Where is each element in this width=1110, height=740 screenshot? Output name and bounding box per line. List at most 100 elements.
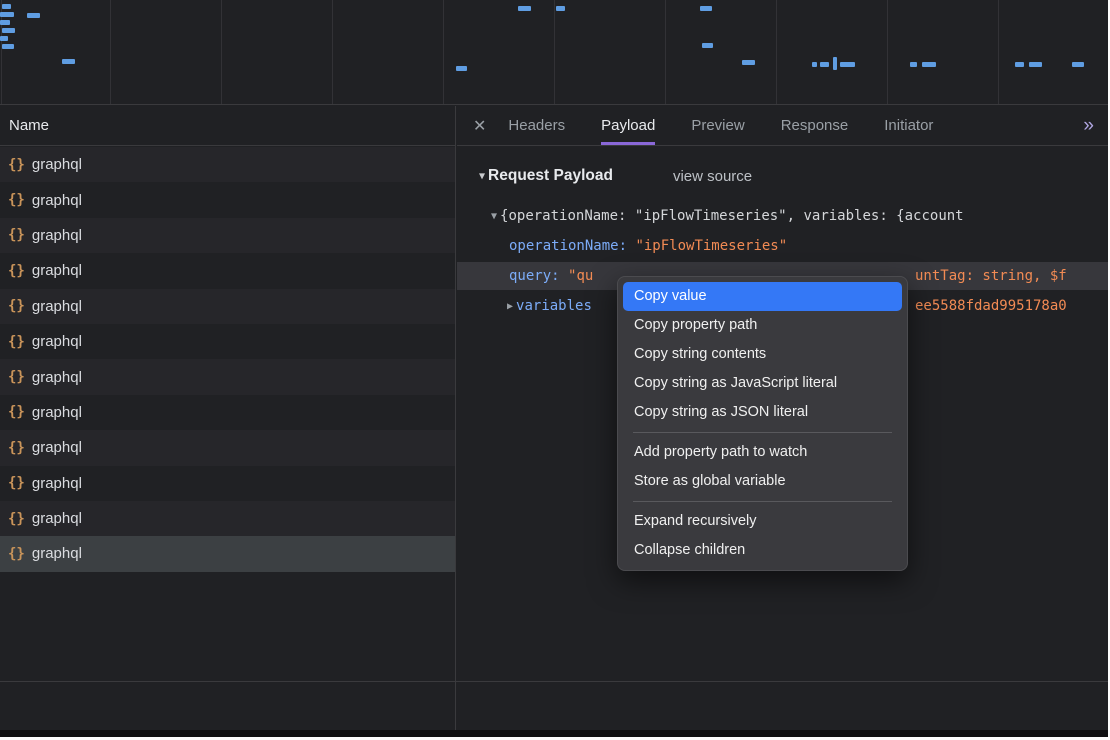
devtools-window: Name {} graphql {} graphql {} graphql {} graphq… [0, 0, 1108, 737]
request-name: graphql [32, 475, 82, 492]
network-request-row[interactable]: {} graphql [0, 466, 455, 501]
window-bottom-edge [0, 730, 1108, 737]
network-request-row[interactable]: {} graphql [0, 324, 455, 359]
collapsed-triangle-icon[interactable]: ▶ [507, 301, 513, 312]
network-request-row[interactable]: {} graphql [0, 430, 455, 465]
network-request-bar[interactable] [456, 66, 467, 71]
menu-item-collapse-children[interactable]: Collapse children [623, 536, 902, 565]
json-braces-icon: {} [8, 298, 25, 314]
property-value: "ipFlowTimeseries" [635, 238, 787, 254]
network-request-row[interactable]: {} graphql [0, 289, 455, 324]
property-value-left-fragment: "qu [568, 268, 593, 284]
detail-tab-bar: ✕ Headers Payload Preview Response Initiator… [457, 106, 1108, 146]
network-request-bar[interactable] [700, 6, 712, 11]
json-braces-icon: {} [8, 404, 25, 420]
network-request-bar[interactable] [62, 59, 75, 64]
tab-headers[interactable]: Headers [508, 106, 565, 145]
json-braces-icon: {} [8, 475, 25, 491]
menu-item-expand-recursively[interactable]: Expand recursively [623, 507, 902, 536]
menu-item-copy-property-path[interactable]: Copy property path [623, 311, 902, 340]
json-braces-icon: {} [8, 227, 25, 243]
payload-object-preview: {operationName: "ipFlowTimeseries", vari… [500, 208, 964, 224]
expand-triangle-icon[interactable]: ▼ [491, 211, 497, 222]
network-request-bar[interactable] [833, 57, 837, 70]
network-overview-timeline[interactable] [0, 0, 1108, 105]
menu-item-copy-string-contents[interactable]: Copy string contents [623, 340, 902, 369]
network-request-bar[interactable] [2, 28, 15, 33]
json-braces-icon: {} [8, 369, 25, 385]
request-name: graphql [32, 333, 82, 350]
request-name: graphql [32, 262, 82, 279]
menu-item-copy-string-as-json-literal[interactable]: Copy string as JSON literal [623, 398, 902, 427]
menu-item-copy-value[interactable]: Copy value [623, 282, 902, 311]
request-name: graphql [32, 192, 82, 209]
request-payload-header[interactable]: ▼ Request Payload view source [479, 167, 752, 185]
request-name: graphql [32, 545, 82, 562]
network-request-bar[interactable] [1029, 62, 1042, 67]
network-request-row[interactable]: {} graphql [0, 359, 455, 394]
request-name: graphql [32, 510, 82, 527]
network-request-bar[interactable] [702, 43, 713, 48]
network-request-row[interactable]: {}graphql [0, 253, 455, 288]
network-request-bar[interactable] [922, 62, 936, 67]
network-request-bar[interactable] [518, 6, 531, 11]
request-name: graphql [32, 369, 82, 386]
network-request-row[interactable]: {} graphql [0, 182, 455, 217]
json-braces-icon: {} [8, 546, 25, 562]
tab-preview[interactable]: Preview [691, 106, 744, 145]
request-name: graphql [32, 404, 82, 421]
network-request-bar[interactable] [0, 12, 14, 17]
payload-property-row[interactable]: operationName: "ipFlowTimeseries" [457, 232, 1108, 260]
json-braces-icon: {} [8, 157, 25, 173]
network-request-list-panel: Name {} graphql {} graphql {} graphql {} graphq… [0, 106, 456, 730]
detail-tabs: Headers Payload Preview Response Initiator [508, 106, 933, 145]
network-request-bar[interactable] [2, 44, 14, 49]
footer-divider [0, 681, 1108, 682]
network-request-row[interactable]: {} graphql [0, 501, 455, 536]
network-request-bar[interactable] [1015, 62, 1024, 67]
network-request-bar[interactable] [2, 4, 11, 9]
network-request-bar[interactable] [812, 62, 817, 67]
network-request-bar[interactable] [820, 62, 829, 67]
request-name: graphql [32, 298, 82, 315]
network-request-bar[interactable] [742, 60, 755, 65]
network-request-row[interactable]: {} graphql [0, 536, 455, 571]
network-request-row[interactable]: {} graphql [0, 395, 455, 430]
network-request-bar[interactable] [0, 36, 8, 41]
request-name: graphql [32, 156, 82, 173]
expand-triangle-icon[interactable]: ▼ [479, 171, 485, 182]
network-request-bar[interactable] [0, 20, 10, 25]
menu-separator [633, 501, 892, 502]
network-request-row[interactable]: {} graphql [0, 147, 455, 182]
more-tabs-icon[interactable]: » [1083, 115, 1094, 137]
menu-item-store-as-global-variable[interactable]: Store as global variable [623, 467, 902, 496]
payload-root-row[interactable]: ▼ {operationName: "ipFlowTimeseries", va… [457, 202, 1108, 230]
request-name: graphql [32, 227, 82, 244]
property-key: query: [509, 268, 568, 284]
close-icon[interactable]: ✕ [473, 116, 486, 136]
network-request-bar[interactable] [1072, 62, 1084, 67]
name-column-header[interactable]: Name [0, 106, 455, 146]
property-key: variables [516, 298, 592, 314]
tab-payload[interactable]: Payload [601, 106, 655, 145]
network-request-bar[interactable] [556, 6, 565, 11]
tab-response[interactable]: Response [781, 106, 849, 145]
json-braces-icon: {} [8, 334, 25, 350]
network-request-bar[interactable] [27, 13, 40, 18]
name-column-label: Name [9, 117, 49, 134]
json-braces-icon: {} [8, 192, 25, 208]
property-key: operationName: [509, 238, 635, 254]
network-request-bar[interactable] [910, 62, 917, 67]
menu-item-add-property-path-to-watch[interactable]: Add property path to watch [623, 438, 902, 467]
network-request-bar[interactable] [840, 62, 855, 67]
tab-initiator[interactable]: Initiator [884, 106, 933, 145]
request-name: graphql [32, 439, 82, 456]
json-braces-icon: {} [8, 511, 25, 527]
property-value-right-fragment: untTag: string, $f [915, 268, 1067, 284]
section-title: Request Payload [488, 167, 613, 185]
menu-item-copy-string-as-javascript-literal[interactable]: Copy string as JavaScript literal [623, 369, 902, 398]
context-menu: Copy valueCopy property pathCopy string … [617, 276, 908, 571]
network-request-row[interactable]: {} graphql [0, 218, 455, 253]
view-source-link[interactable]: view source [673, 168, 752, 185]
json-braces-icon: {} [8, 440, 25, 456]
